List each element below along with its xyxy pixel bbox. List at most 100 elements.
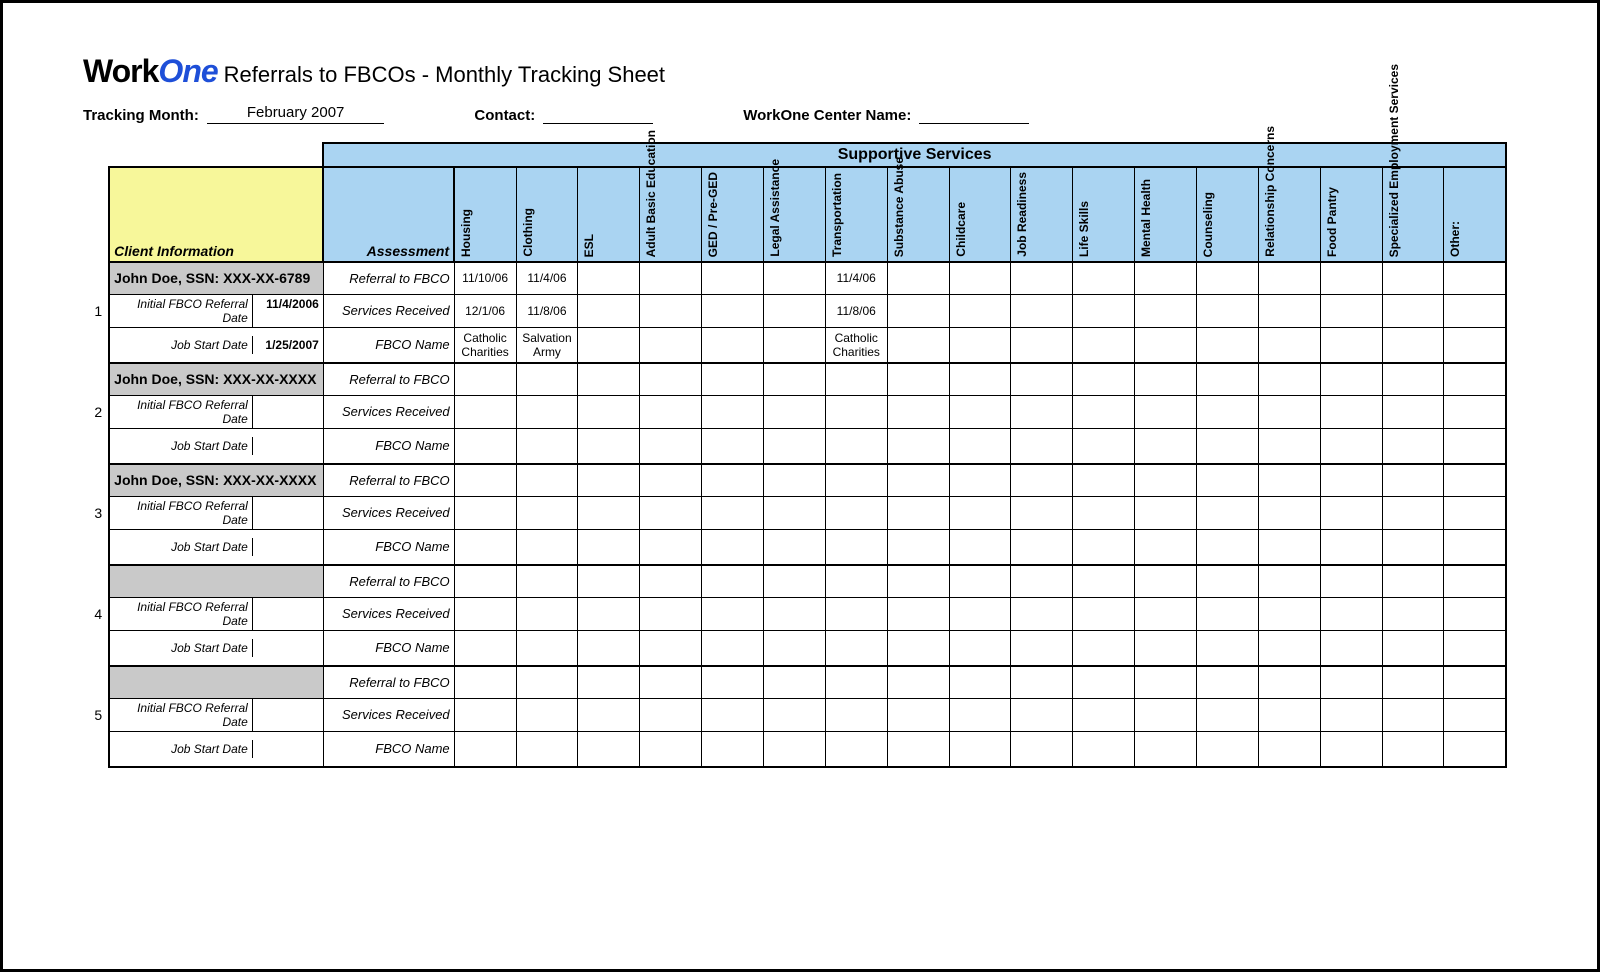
- data-cell[interactable]: [763, 496, 825, 529]
- data-cell[interactable]: [640, 496, 702, 529]
- data-cell[interactable]: [887, 464, 949, 496]
- data-cell[interactable]: [1073, 327, 1135, 363]
- data-cell[interactable]: [640, 529, 702, 565]
- data-cell[interactable]: [887, 666, 949, 698]
- data-cell[interactable]: [1011, 262, 1073, 294]
- data-cell[interactable]: [1073, 262, 1135, 294]
- data-cell[interactable]: [1258, 428, 1320, 464]
- data-cell[interactable]: Salvation Army: [516, 327, 578, 363]
- data-cell[interactable]: [763, 395, 825, 428]
- data-cell[interactable]: [1320, 363, 1382, 395]
- data-cell[interactable]: [1196, 294, 1258, 327]
- data-cell[interactable]: [454, 363, 516, 395]
- data-cell[interactable]: [763, 597, 825, 630]
- data-cell[interactable]: [825, 597, 887, 630]
- contact-value[interactable]: [543, 104, 653, 124]
- data-cell[interactable]: [1444, 496, 1506, 529]
- data-cell[interactable]: [1196, 698, 1258, 731]
- data-cell[interactable]: [1196, 731, 1258, 767]
- data-cell[interactable]: [578, 363, 640, 395]
- data-cell[interactable]: [887, 529, 949, 565]
- data-cell[interactable]: [578, 731, 640, 767]
- data-cell[interactable]: [763, 630, 825, 666]
- data-cell[interactable]: [1135, 464, 1197, 496]
- data-cell[interactable]: [825, 698, 887, 731]
- data-cell[interactable]: [763, 262, 825, 294]
- data-cell[interactable]: [1135, 395, 1197, 428]
- data-cell[interactable]: [887, 262, 949, 294]
- data-cell[interactable]: [1011, 597, 1073, 630]
- data-cell[interactable]: [516, 565, 578, 597]
- data-cell[interactable]: [1382, 294, 1444, 327]
- data-cell[interactable]: [1382, 630, 1444, 666]
- data-cell[interactable]: [1258, 262, 1320, 294]
- data-cell[interactable]: [640, 597, 702, 630]
- data-cell[interactable]: [1196, 327, 1258, 363]
- data-cell[interactable]: [1011, 294, 1073, 327]
- data-cell[interactable]: [763, 428, 825, 464]
- data-cell[interactable]: 11/4/06: [825, 262, 887, 294]
- data-cell[interactable]: [1011, 630, 1073, 666]
- data-cell[interactable]: [1011, 666, 1073, 698]
- data-cell[interactable]: [640, 666, 702, 698]
- data-cell[interactable]: [578, 294, 640, 327]
- data-cell[interactable]: [1382, 428, 1444, 464]
- data-cell[interactable]: [1073, 630, 1135, 666]
- client-ssn[interactable]: John Doe, SSN: XXX-XX-6789: [109, 262, 323, 294]
- data-cell[interactable]: [578, 565, 640, 597]
- data-cell[interactable]: [454, 630, 516, 666]
- data-cell[interactable]: [454, 395, 516, 428]
- data-cell[interactable]: [949, 529, 1011, 565]
- data-cell[interactable]: [1258, 529, 1320, 565]
- data-cell[interactable]: [1444, 666, 1506, 698]
- data-cell[interactable]: [640, 565, 702, 597]
- data-cell[interactable]: [1073, 428, 1135, 464]
- data-cell[interactable]: [1135, 327, 1197, 363]
- data-cell[interactable]: [1382, 395, 1444, 428]
- data-cell[interactable]: [949, 428, 1011, 464]
- data-cell[interactable]: [516, 597, 578, 630]
- data-cell[interactable]: [1011, 464, 1073, 496]
- data-cell[interactable]: [1258, 327, 1320, 363]
- data-cell[interactable]: [1320, 262, 1382, 294]
- data-cell[interactable]: [1320, 597, 1382, 630]
- data-cell[interactable]: [1258, 698, 1320, 731]
- data-cell[interactable]: [1196, 262, 1258, 294]
- data-cell[interactable]: [516, 666, 578, 698]
- data-cell[interactable]: [702, 496, 764, 529]
- data-cell[interactable]: [1135, 565, 1197, 597]
- data-cell[interactable]: [1011, 565, 1073, 597]
- data-cell[interactable]: [825, 464, 887, 496]
- data-cell[interactable]: [1073, 597, 1135, 630]
- data-cell[interactable]: [640, 731, 702, 767]
- data-cell[interactable]: [1135, 496, 1197, 529]
- data-cell[interactable]: [887, 363, 949, 395]
- data-cell[interactable]: [949, 565, 1011, 597]
- data-cell[interactable]: [702, 698, 764, 731]
- data-cell[interactable]: [640, 327, 702, 363]
- data-cell[interactable]: [1196, 529, 1258, 565]
- data-cell[interactable]: [1135, 428, 1197, 464]
- data-cell[interactable]: [1320, 496, 1382, 529]
- data-cell[interactable]: [578, 262, 640, 294]
- data-cell[interactable]: [1196, 363, 1258, 395]
- data-cell[interactable]: [1444, 698, 1506, 731]
- data-cell[interactable]: [1320, 464, 1382, 496]
- data-cell[interactable]: [454, 464, 516, 496]
- data-cell[interactable]: [1011, 496, 1073, 529]
- data-cell[interactable]: [825, 395, 887, 428]
- data-cell[interactable]: [1135, 529, 1197, 565]
- data-cell[interactable]: [949, 597, 1011, 630]
- data-cell[interactable]: [1073, 395, 1135, 428]
- tracking-value[interactable]: February 2007: [207, 104, 385, 124]
- data-cell[interactable]: [1011, 698, 1073, 731]
- data-cell[interactable]: [1073, 294, 1135, 327]
- data-cell[interactable]: [702, 428, 764, 464]
- data-cell[interactable]: [702, 327, 764, 363]
- data-cell[interactable]: [702, 666, 764, 698]
- data-cell[interactable]: [1444, 731, 1506, 767]
- data-cell[interactable]: [702, 565, 764, 597]
- data-cell[interactable]: [1011, 327, 1073, 363]
- data-cell[interactable]: [1135, 666, 1197, 698]
- data-cell[interactable]: 11/8/06: [825, 294, 887, 327]
